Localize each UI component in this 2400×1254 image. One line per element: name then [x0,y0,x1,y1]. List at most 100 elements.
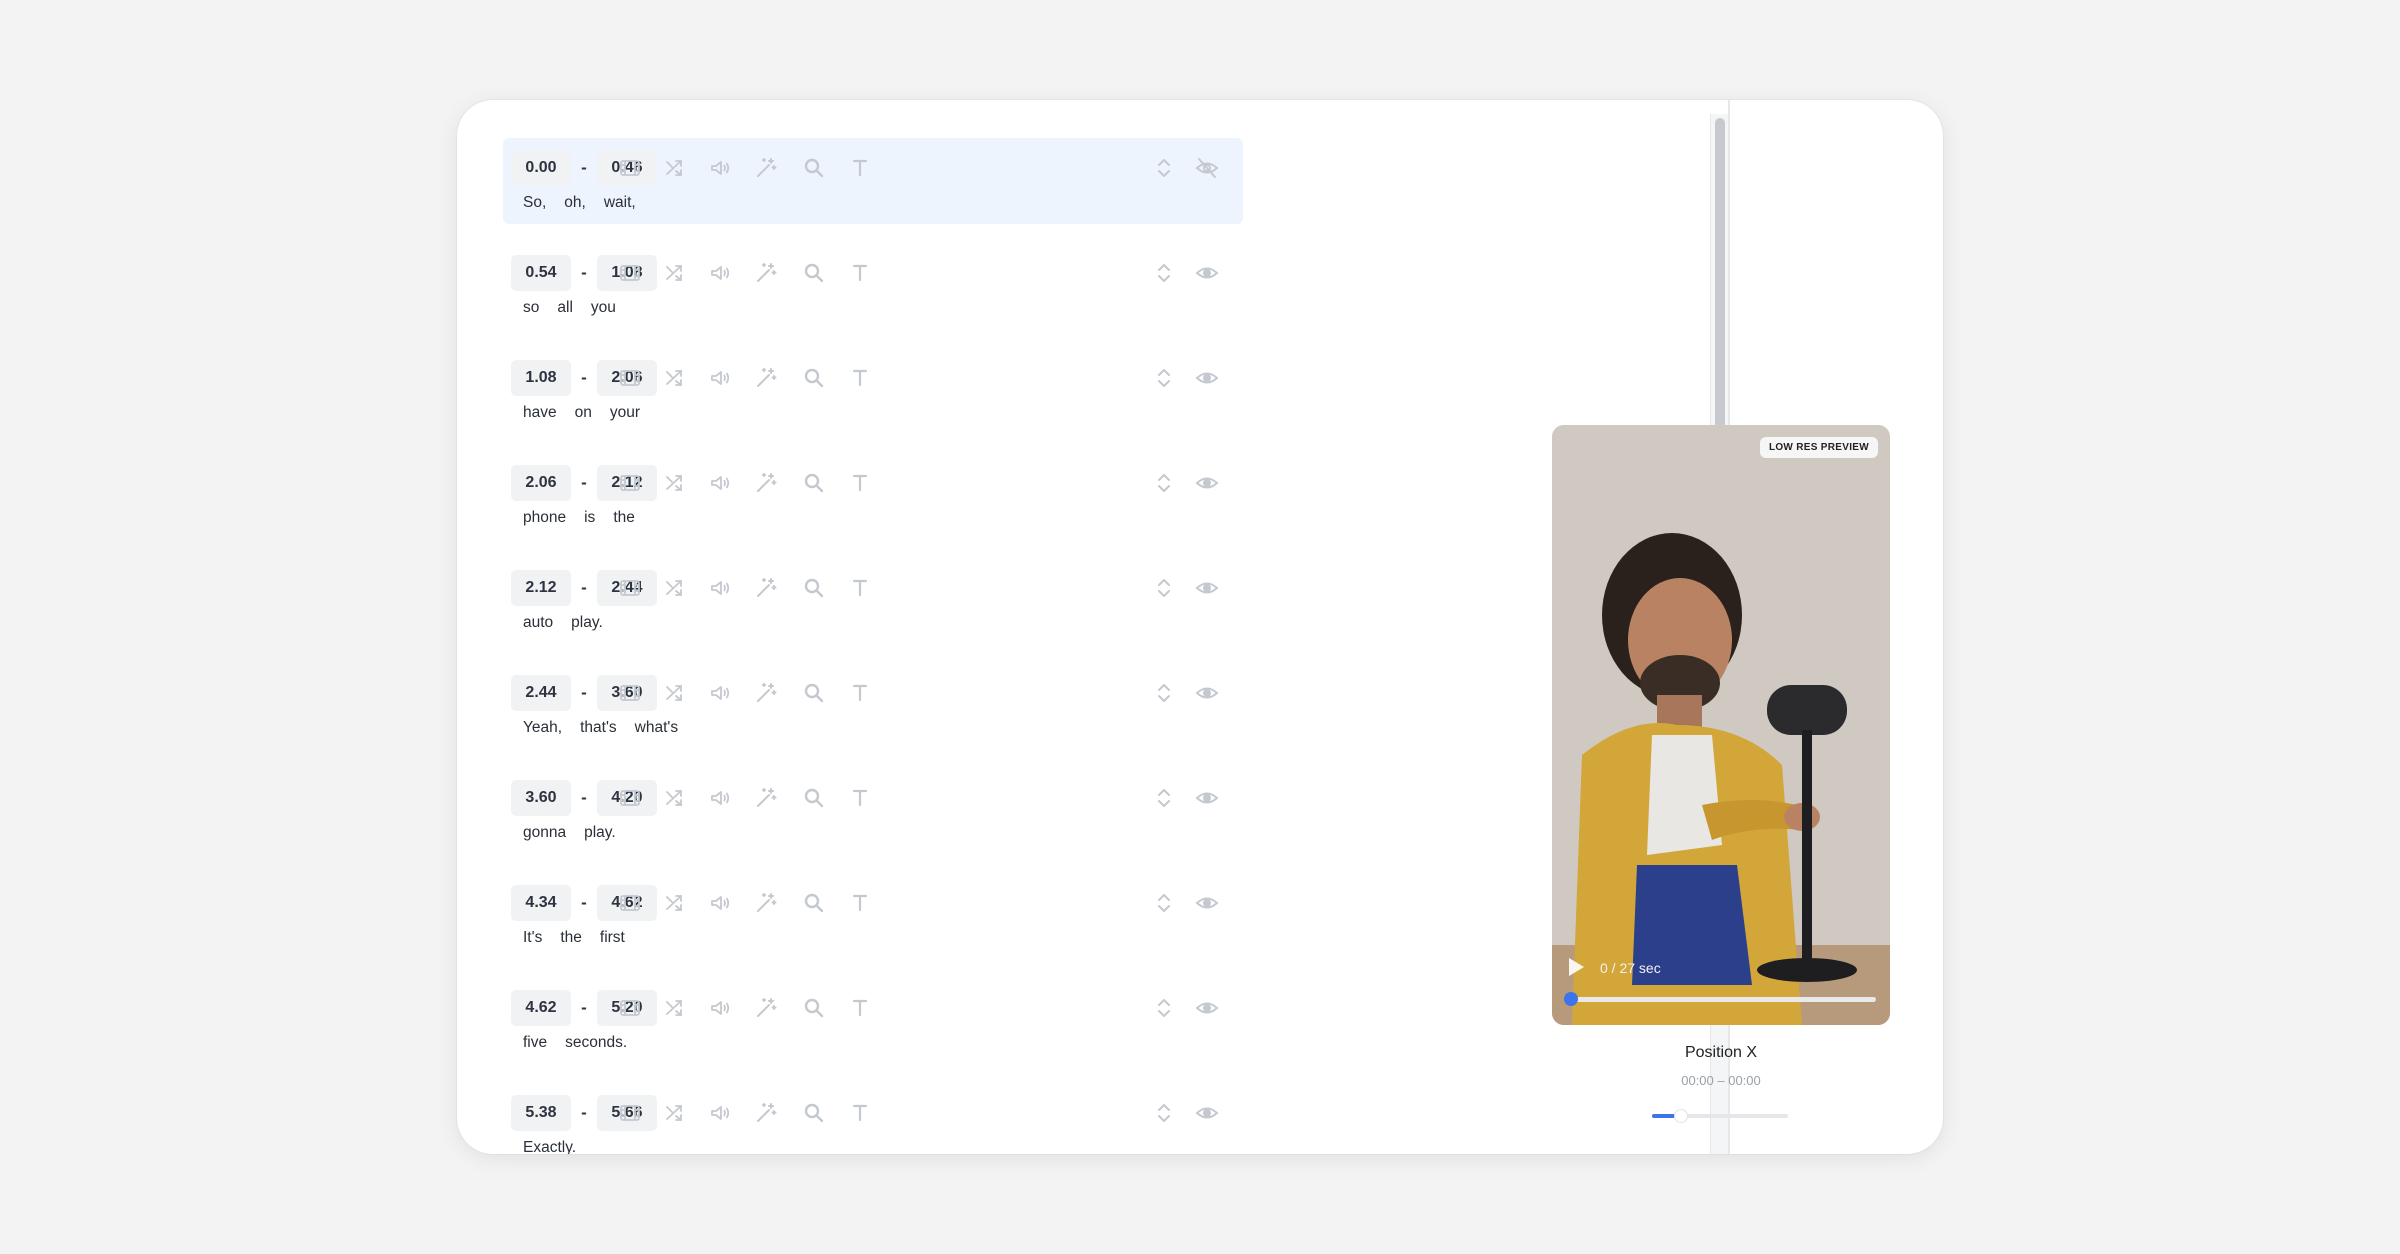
search-icon[interactable] [798,782,830,814]
position-slider-knob[interactable] [1675,1110,1687,1122]
segment-start-time[interactable]: 2.12 [511,570,571,606]
segment-start-time[interactable]: 3.60 [511,780,571,816]
text-icon[interactable] [844,887,876,919]
word[interactable]: auto [523,614,553,632]
video-preview[interactable]: LOW RES PREVIEW 0 / 27 sec [1552,425,1890,1025]
shuffle-icon[interactable] [659,467,691,499]
reorder-icon[interactable] [1148,152,1180,184]
segment-row[interactable]: 4.34-4.62 It's the first [503,873,1243,959]
word[interactable]: play. [571,614,603,632]
segment-start-time[interactable]: 4.62 [511,990,571,1026]
volume-icon[interactable] [704,362,736,394]
magic-wand-icon[interactable] [750,362,782,394]
word[interactable]: first [600,929,625,947]
segment-row[interactable]: 4.62-5.20 five seconds. [503,978,1243,1064]
film-icon[interactable] [614,152,646,184]
eye-icon[interactable] [1191,362,1223,394]
magic-wand-icon[interactable] [750,572,782,604]
text-icon[interactable] [844,467,876,499]
magic-wand-icon[interactable] [750,992,782,1024]
text-icon[interactable] [844,362,876,394]
segment-row[interactable]: 2.44-3.60 Yeah, that's what's [503,663,1243,749]
shuffle-icon[interactable] [659,992,691,1024]
search-icon[interactable] [798,992,830,1024]
segment-start-time[interactable]: 5.38 [511,1095,571,1131]
shuffle-icon[interactable] [659,362,691,394]
reorder-icon[interactable] [1148,992,1180,1024]
word[interactable]: play. [584,824,616,842]
word[interactable]: so [523,299,539,317]
word[interactable]: wait, [604,194,636,212]
word[interactable]: It's [523,929,542,947]
video-progress-bar[interactable] [1566,997,1876,1002]
segment-row[interactable]: 3.60-4.20 gonna play. [503,768,1243,854]
volume-icon[interactable] [704,152,736,184]
word[interactable]: all [557,299,573,317]
segment-row[interactable]: 0.00-0.46 So, oh, wait, [503,138,1243,224]
eye-icon[interactable] [1191,467,1223,499]
film-icon[interactable] [614,887,646,919]
search-icon[interactable] [798,677,830,709]
magic-wand-icon[interactable] [750,782,782,814]
film-icon[interactable] [614,257,646,289]
text-icon[interactable] [844,1097,876,1129]
film-icon[interactable] [614,1097,646,1129]
text-icon[interactable] [844,782,876,814]
word[interactable]: Yeah, [523,719,562,737]
word[interactable]: your [610,404,640,422]
word[interactable]: have [523,404,557,422]
word[interactable]: phone [523,509,566,527]
reorder-icon[interactable] [1148,467,1180,499]
shuffle-icon[interactable] [659,257,691,289]
search-icon[interactable] [798,467,830,499]
eye-icon[interactable] [1191,257,1223,289]
search-icon[interactable] [798,152,830,184]
word[interactable]: Exactly. [523,1139,576,1154]
word[interactable]: gonna [523,824,566,842]
word[interactable]: you [591,299,616,317]
magic-wand-icon[interactable] [750,887,782,919]
volume-icon[interactable] [704,887,736,919]
film-icon[interactable] [614,572,646,604]
text-icon[interactable] [844,992,876,1024]
magic-wand-icon[interactable] [750,467,782,499]
segment-row[interactable]: 1.08-2.06 have on your [503,348,1243,434]
volume-icon[interactable] [704,992,736,1024]
magic-wand-icon[interactable] [750,677,782,709]
word[interactable]: on [575,404,592,422]
eye-icon[interactable] [1191,992,1223,1024]
word[interactable]: that's [580,719,617,737]
segment-start-time[interactable]: 1.08 [511,360,571,396]
word[interactable]: the [613,509,635,527]
reorder-icon[interactable] [1148,887,1180,919]
film-icon[interactable] [614,677,646,709]
film-icon[interactable] [614,467,646,499]
reorder-icon[interactable] [1148,677,1180,709]
reorder-icon[interactable] [1148,362,1180,394]
text-icon[interactable] [844,257,876,289]
volume-icon[interactable] [704,467,736,499]
video-progress-knob[interactable] [1564,992,1578,1006]
text-icon[interactable] [844,152,876,184]
search-icon[interactable] [798,1097,830,1129]
eye-icon[interactable] [1191,782,1223,814]
text-icon[interactable] [844,572,876,604]
word[interactable]: five [523,1034,547,1052]
search-icon[interactable] [798,572,830,604]
shuffle-icon[interactable] [659,1097,691,1129]
segment-row[interactable]: 2.12-2.44 auto play. [503,558,1243,644]
word[interactable]: is [584,509,595,527]
word[interactable]: seconds. [565,1034,627,1052]
reorder-icon[interactable] [1148,782,1180,814]
search-icon[interactable] [798,257,830,289]
magic-wand-icon[interactable] [750,1097,782,1129]
shuffle-icon[interactable] [659,572,691,604]
film-icon[interactable] [614,362,646,394]
reorder-icon[interactable] [1148,257,1180,289]
segment-start-time[interactable]: 0.54 [511,255,571,291]
search-icon[interactable] [798,887,830,919]
eye-icon[interactable] [1191,572,1223,604]
word[interactable]: the [560,929,582,947]
eye-icon[interactable] [1191,1097,1223,1129]
volume-icon[interactable] [704,572,736,604]
